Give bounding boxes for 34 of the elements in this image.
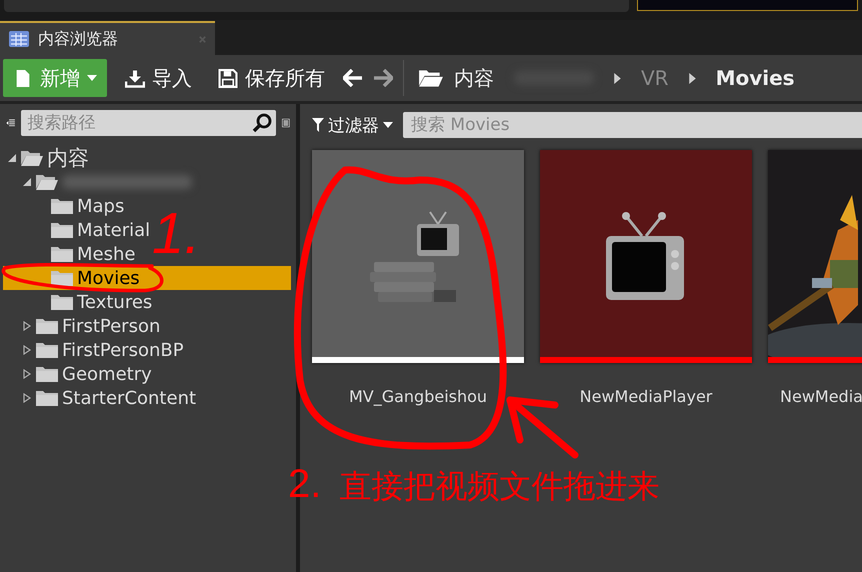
tree-item[interactable]: Meshe xyxy=(3,242,140,266)
content-browser-tab[interactable]: 内容浏览器 xyxy=(0,21,215,55)
filter-button[interactable]: 过滤器 xyxy=(312,114,393,136)
search-assets-field[interactable]: 搜索 Movies xyxy=(403,112,862,138)
tree-item[interactable]: 内容 xyxy=(3,146,93,170)
asset-name: NewMedia xyxy=(779,387,862,406)
tree-item[interactable]: FirstPersonBP xyxy=(3,338,188,362)
tree-item[interactable]: Material xyxy=(3,218,154,242)
asset-name: NewMediaPlayer xyxy=(580,387,712,406)
asset-name: MV_Gangbeishou xyxy=(348,387,488,406)
folder-name: Meshe xyxy=(77,244,136,264)
breadcrumb[interactable]: 内容 xyxy=(454,64,494,92)
tree-item[interactable]: FirstPerson xyxy=(3,314,164,338)
folder-name: 内容 xyxy=(47,145,89,172)
annotation-step-number: 2. xyxy=(288,462,322,507)
search-path-field[interactable]: 搜索路径 xyxy=(21,110,276,136)
tree-item[interactable]: Geometry xyxy=(3,362,156,386)
folder-name: Maps xyxy=(77,196,124,216)
tree-item[interactable]: Textures xyxy=(3,290,156,314)
folder-name: Movies xyxy=(77,268,140,288)
save-all-button[interactable]: 保存所有 xyxy=(210,64,333,92)
folder-name: Geometry xyxy=(62,364,152,384)
folder-name: Material xyxy=(77,220,150,240)
tree-item[interactable]: StarterContent xyxy=(3,386,200,410)
folder-name: FirstPersonBP xyxy=(62,340,184,360)
annotation-step-number: 1. xyxy=(152,205,200,263)
tree-item[interactable]: Maps xyxy=(3,194,128,218)
import-button[interactable]: 导入 xyxy=(117,64,200,92)
folder-name: StarterContent xyxy=(62,388,196,408)
folder-name: Textures xyxy=(77,292,152,312)
folder-name: FirstPerson xyxy=(62,316,160,336)
annotation-note: 直接把视频文件拖进来 xyxy=(339,466,660,507)
tab-title: 内容浏览器 xyxy=(38,28,118,50)
breadcrumb[interactable]: Movies xyxy=(716,66,795,90)
